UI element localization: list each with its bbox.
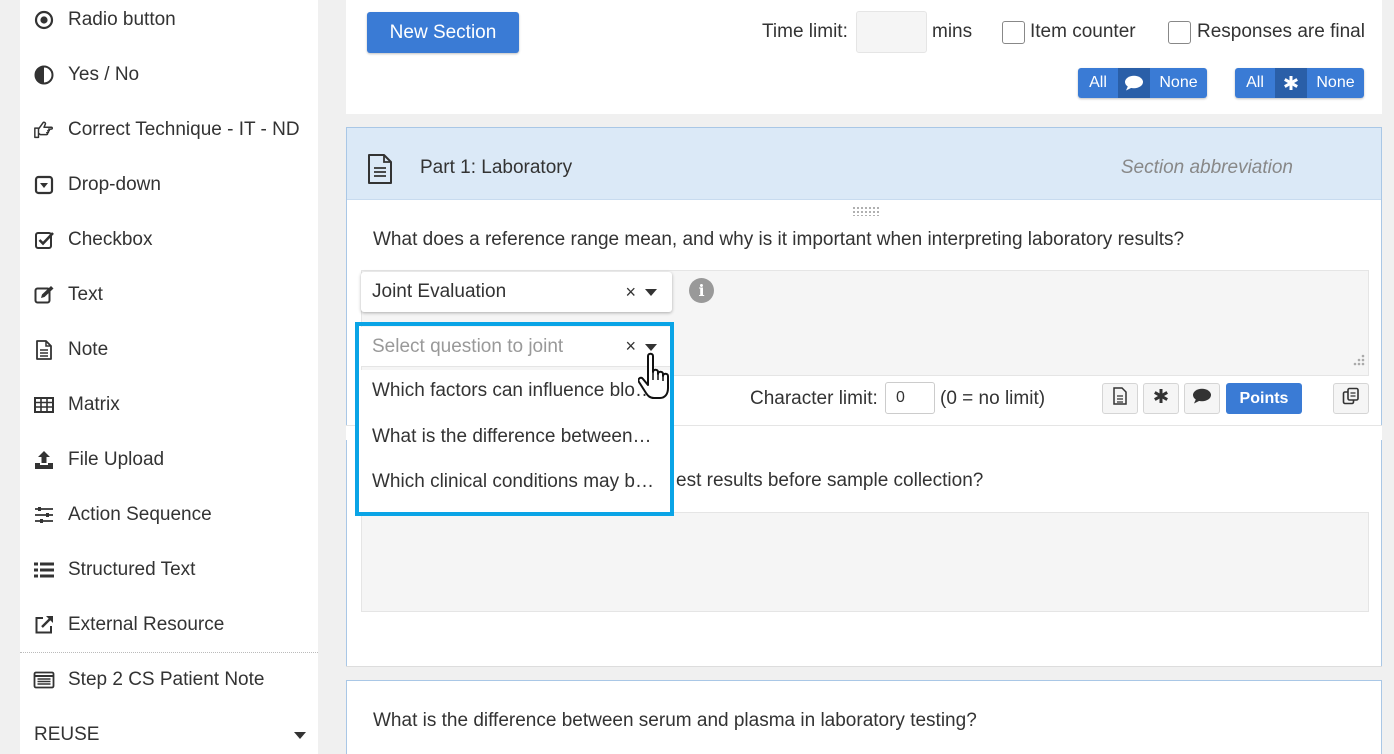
table-icon: [32, 393, 56, 417]
resize-grip-icon[interactable]: [1351, 354, 1365, 373]
sidebar-item-label: Checkbox: [68, 229, 153, 250]
time-limit-input[interactable]: [856, 11, 927, 53]
hand-cursor-icon: [637, 352, 682, 407]
note-button[interactable]: [1102, 383, 1138, 414]
sliders-icon: [32, 503, 56, 527]
sidebar-item-label: Radio button: [68, 9, 176, 30]
character-limit-hint: (0 = no limit): [940, 388, 1046, 409]
sidebar-item-label: Note: [68, 339, 109, 360]
dropdown-option[interactable]: Which clinical conditions may b…: [372, 471, 654, 493]
patient-note-icon: [32, 668, 56, 692]
half-circle-icon: [32, 63, 56, 87]
sidebar-divider: [20, 652, 318, 653]
sidebar-item-external-resource[interactable]: External Resource: [32, 610, 224, 640]
new-section-button[interactable]: New Section: [367, 12, 519, 53]
comment-toggle-group: All None: [1078, 68, 1207, 98]
comment-icon: [1192, 388, 1212, 409]
radio-icon: [32, 8, 56, 32]
edit-icon: [32, 283, 56, 307]
sidebar-item-yes-no[interactable]: Yes / No: [32, 60, 139, 90]
joint-question-dropdown-menu: Which factors can influence blo… What is…: [357, 370, 671, 515]
mins-label: mins: [932, 21, 973, 42]
sidebar-item-matrix[interactable]: Matrix: [32, 390, 120, 420]
item-counter-checkbox[interactable]: [1002, 21, 1025, 44]
reuse-label: REUSE: [34, 724, 100, 745]
sidebar-item-note[interactable]: Note: [32, 335, 108, 365]
required-toggle-group: All None: [1235, 68, 1364, 98]
time-limit-label: Time limit:: [762, 21, 848, 42]
info-icon[interactable]: i: [689, 278, 714, 303]
question-2-answer-area[interactable]: [361, 512, 1369, 612]
item-counter-label: Item counter: [1030, 21, 1136, 42]
sidebar-item-label: Text: [68, 284, 103, 305]
section-title[interactable]: Part 1: Laboratory: [420, 157, 572, 179]
chevron-down-icon[interactable]: [645, 289, 657, 296]
question-2-text[interactable]: est results before sample collection?: [676, 470, 983, 492]
sidebar-item-label: Yes / No: [68, 64, 140, 85]
sidebar: Radio button Yes / No Correct Technique …: [20, 0, 318, 754]
chevron-down-icon[interactable]: [645, 344, 657, 351]
question-3-text[interactable]: What is the difference between serum and…: [373, 710, 977, 732]
comment-all-button[interactable]: All: [1078, 68, 1118, 98]
sidebar-item-file-upload[interactable]: File Upload: [32, 445, 164, 475]
comment-none-button[interactable]: None: [1150, 68, 1207, 98]
upload-icon: [32, 448, 56, 472]
document-icon: [366, 153, 394, 190]
asterisk-icon: [1153, 388, 1169, 409]
points-button[interactable]: Points: [1226, 383, 1302, 414]
responses-final-checkbox[interactable]: [1168, 21, 1191, 44]
sidebar-item-label: Action Sequence: [68, 504, 212, 525]
dropdown-option[interactable]: Which factors can influence blo…: [372, 380, 654, 402]
character-limit-input[interactable]: 0: [885, 382, 935, 414]
sidebar-item-label: Structured Text: [68, 559, 196, 580]
copy-icon: [1342, 387, 1360, 410]
required-none-button[interactable]: None: [1307, 68, 1364, 98]
comment-icon: [1118, 68, 1150, 98]
chevron-down-icon: [294, 731, 306, 739]
dropdown-option[interactable]: What is the difference between…: [372, 426, 652, 448]
sidebar-item-label: Matrix: [68, 394, 120, 415]
question-separator: [346, 666, 1382, 680]
comment-button[interactable]: [1184, 383, 1220, 414]
character-limit-label: Character limit:: [750, 388, 878, 409]
responses-final-label: Responses are final: [1197, 21, 1365, 42]
section-header: Part 1: Laboratory Section abbreviation: [347, 128, 1381, 200]
sidebar-item-action-sequence[interactable]: Action Sequence: [32, 500, 212, 530]
clear-icon[interactable]: ×: [625, 336, 636, 357]
sidebar-item-label: Correct Technique - IT - ND: [68, 119, 300, 140]
drag-handle[interactable]: [852, 206, 880, 216]
sidebar-item-correct-technique[interactable]: Correct Technique - IT - ND: [32, 115, 300, 145]
joint-question-placeholder: Select question to joint: [372, 335, 564, 357]
joint-evaluation-select[interactable]: Joint Evaluation ×: [361, 272, 672, 312]
sidebar-item-drop-down[interactable]: Drop-down: [32, 170, 161, 200]
copy-button[interactable]: [1333, 383, 1369, 414]
note-icon: [1112, 387, 1128, 410]
sidebar-item-text[interactable]: Text: [32, 280, 103, 310]
asterisk-icon: [1275, 68, 1307, 98]
checkbox-icon: [32, 228, 56, 252]
section-toolbar: New Section Time limit: mins Item counte…: [346, 0, 1382, 114]
reuse-dropdown[interactable]: REUSE: [34, 720, 306, 750]
external-link-icon: [32, 613, 56, 637]
sidebar-item-label: External Resource: [68, 614, 225, 635]
sidebar-item-checkbox[interactable]: Checkbox: [32, 225, 153, 255]
sidebar-item-label: Step 2 CS Patient Note: [68, 669, 265, 690]
required-all-button[interactable]: All: [1235, 68, 1275, 98]
sidebar-item-label: Drop-down: [68, 174, 161, 195]
joint-question-select[interactable]: Select question to joint ×: [361, 327, 672, 367]
joint-evaluation-value: Joint Evaluation: [372, 281, 507, 302]
sidebar-item-radio-button[interactable]: Radio button: [32, 5, 176, 35]
question-1-text[interactable]: What does a reference range mean, and wh…: [373, 229, 1184, 251]
section-abbreviation-input[interactable]: Section abbreviation: [1121, 157, 1293, 179]
required-button[interactable]: [1143, 383, 1179, 414]
sidebar-item-label: File Upload: [68, 449, 165, 470]
sidebar-item-structured-text[interactable]: Structured Text: [32, 555, 195, 585]
sidebar-item-step2-cs-patient-note[interactable]: Step 2 CS Patient Note: [32, 665, 264, 695]
list-icon: [32, 558, 56, 582]
clear-icon[interactable]: ×: [625, 282, 636, 303]
dropdown-icon: [32, 173, 56, 197]
hand-point-icon: [32, 118, 56, 142]
note-icon: [32, 338, 56, 362]
